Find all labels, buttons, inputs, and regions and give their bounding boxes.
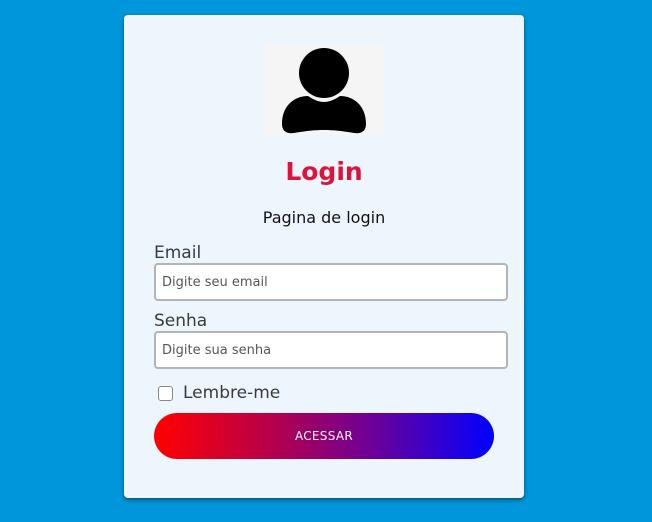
user-icon [282,48,366,134]
remember-me[interactable]: Lembre-me [158,383,280,403]
page-subtitle: Pagina de login [262,208,386,227]
password-label: Senha [154,311,208,331]
email-field[interactable] [154,263,508,301]
avatar [264,44,383,135]
remember-checkbox[interactable] [158,385,173,401]
page-title: Login [285,157,363,186]
login-card: Login Pagina de login Email Senha Lembre… [124,15,524,498]
password-field[interactable] [154,331,508,369]
email-label: Email [154,243,202,263]
submit-button[interactable]: ACESSAR [154,413,494,459]
remember-label: Lembre-me [183,383,281,403]
